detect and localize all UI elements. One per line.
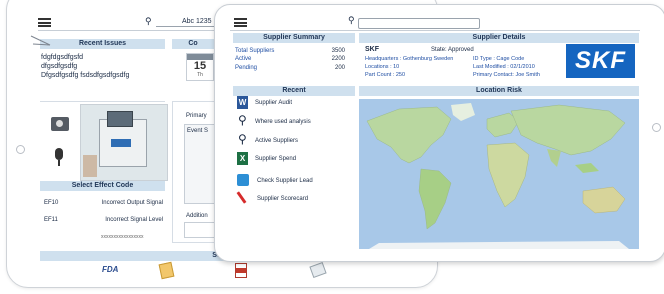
issue-line[interactable]: fdgfdgsdfgsfd: [41, 53, 83, 62]
supplier-state: State: Approved: [431, 47, 474, 53]
issue-line[interactable]: dfgsdfgsdfg: [41, 62, 77, 71]
magnifier-icon: ⚲: [238, 113, 247, 127]
fda-logo[interactable]: FDA: [102, 265, 118, 274]
recent-issues-header: Recent Issues: [40, 39, 165, 49]
camera-lens: [56, 120, 63, 127]
back-tablet-home-button[interactable]: [16, 145, 25, 154]
recent-header: Recent: [233, 86, 355, 96]
recent-item[interactable]: W Supplier Audit: [235, 96, 355, 110]
summary-value: 200: [334, 65, 345, 71]
calendar-header: Co: [172, 39, 214, 49]
camera-icon[interactable]: [51, 117, 69, 131]
issue-line[interactable]: Dfgsdfgsdfg fsdsdfgsdfgsdfg: [41, 71, 129, 80]
front-search-icon[interactable]: ⚲: [348, 15, 355, 26]
supplier-details-header: Supplier Details: [359, 33, 639, 43]
front-header-divider: [230, 30, 640, 31]
summary-label[interactable]: Active: [235, 55, 251, 63]
recent-item-label: Check Supplier Lead: [257, 178, 313, 184]
word-doc-icon: W: [237, 96, 248, 109]
pencil-icon: [30, 35, 51, 46]
skf-logo: SKF: [566, 44, 635, 78]
excel-doc-icon: X: [237, 152, 248, 165]
calendar-widget[interactable]: 15 Th: [186, 53, 214, 81]
effect-code: EF11: [44, 217, 58, 223]
microphone-stand: [58, 160, 60, 166]
supplier-primary-contact: Primary Contact: Joe Smith: [473, 72, 540, 78]
recent-item-label: Supplier Spend: [255, 156, 297, 162]
back-search-value: Abc 1235: [182, 18, 212, 25]
summary-label[interactable]: Total Suppliers: [235, 47, 274, 55]
recent-item-label: Supplier Audit: [255, 100, 293, 106]
supplier-locations: Locations : 10: [365, 64, 400, 70]
summary-value: 3500: [331, 48, 345, 54]
recent-item[interactable]: X Supplier Spend: [235, 152, 355, 166]
media-divider: [40, 101, 165, 102]
equipment-stand: [83, 155, 97, 177]
recent-item-label: Where used analysis: [255, 119, 311, 125]
equipment-photo[interactable]: [80, 104, 168, 181]
effect-code: EF10: [44, 200, 59, 206]
supplier-name: SKF: [365, 46, 379, 53]
summary-label[interactable]: Pending: [235, 64, 257, 72]
recent-item[interactable]: ⚲ Where used analysis: [235, 113, 355, 129]
effect-desc: Incorrect Signal Level: [105, 217, 163, 223]
additional-label: Addition: [186, 213, 208, 219]
effect-code-row[interactable]: EF10 Incorrect Output Signal: [40, 197, 165, 211]
location-risk-header: Location Risk: [359, 86, 639, 96]
calendar-day: 15: [193, 60, 207, 72]
recent-item[interactable]: Check Supplier Lead: [235, 174, 355, 188]
effect-desc: Incorrect Output Signal: [101, 200, 163, 206]
edit-icon: [237, 174, 249, 186]
supplier-part-count: Part Count : 250: [365, 72, 406, 78]
primary-label: Primary: [186, 113, 207, 119]
recent-item[interactable]: ⚲ Active Suppliers: [235, 132, 355, 148]
equipment-panel: [111, 139, 131, 147]
certificate-icon[interactable]: [158, 261, 175, 280]
supplier-id-type: ID Type : Cage Code: [473, 56, 525, 62]
pen-icon: [236, 191, 247, 204]
equipment-monitor: [107, 111, 133, 127]
supplier-summary-header: Supplier Summary: [233, 33, 355, 43]
magnifier-icon: ⚲: [238, 132, 247, 146]
effect-code-row[interactable]: EF11 Incorrect Signal Level: [40, 214, 165, 228]
front-tablet-home-button[interactable]: [652, 123, 661, 132]
back-search-icon[interactable]: ⚲: [145, 16, 152, 27]
pdf-icon[interactable]: [235, 263, 247, 278]
recent-item-label: Supplier Scorecard: [257, 196, 309, 202]
pdf-band: [236, 268, 246, 273]
recent-item-label: Active Suppliers: [255, 138, 299, 144]
back-menu-icon[interactable]: [38, 18, 51, 27]
supplier-last-modified: Last Modified : 02/1/2010: [473, 64, 535, 70]
world-map-graphic: [359, 99, 639, 249]
front-search-input[interactable]: [358, 18, 480, 29]
front-menu-icon[interactable]: [234, 18, 247, 27]
supplier-headquarters: Headquarters : Gothenburg Sweden: [365, 56, 454, 62]
summary-value: 2200: [331, 56, 345, 62]
world-map[interactable]: [359, 99, 639, 249]
effect-code-footer: xxxxxxxxxxxxxxxxx: [101, 234, 144, 240]
effect-code-header: Select Effect Code: [40, 181, 165, 191]
microphone-icon[interactable]: [55, 148, 63, 160]
calendar-weekday: Th: [197, 72, 203, 78]
recent-item[interactable]: Supplier Scorecard: [235, 191, 355, 206]
